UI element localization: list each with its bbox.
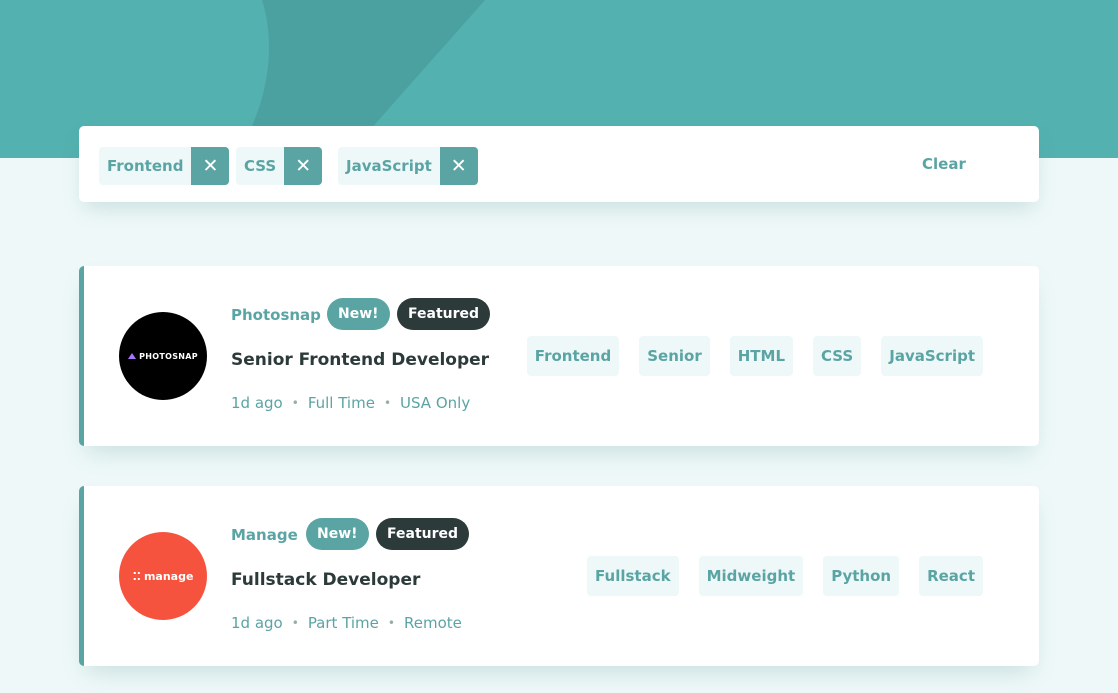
dots-icon: ⁚⁚ bbox=[132, 569, 141, 583]
clear-filters-button[interactable]: Clear bbox=[922, 155, 966, 173]
filter-chip: Frontend ✕ bbox=[99, 147, 230, 185]
job-card: PHOTOSNAP Photosnap New! Featured Senior… bbox=[79, 266, 1039, 446]
job-location: USA Only bbox=[400, 394, 471, 412]
filter-chip-label: CSS bbox=[236, 147, 285, 185]
job-position[interactable]: Fullstack Developer bbox=[231, 570, 420, 590]
filter-chip-label: JavaScript bbox=[338, 147, 440, 185]
posted-at: 1d ago bbox=[231, 614, 283, 632]
filter-chip: JavaScript ✕ bbox=[338, 147, 478, 185]
contract-type: Part Time bbox=[307, 614, 379, 632]
filter-bar: Frontend ✕ CSS ✕ JavaScript ✕ Clear bbox=[79, 126, 1039, 202]
job-tags: Frontend Senior HTML CSS JavaScript bbox=[526, 336, 983, 376]
logo-text: manage bbox=[143, 569, 194, 583]
job-tag[interactable]: JavaScript bbox=[881, 336, 983, 376]
job-meta: 1d ago • Part Time • Remote bbox=[231, 614, 462, 632]
separator-dot: • bbox=[387, 616, 395, 630]
close-icon[interactable]: ✕ bbox=[191, 147, 230, 185]
logo-text: PHOTOSNAP bbox=[139, 351, 198, 361]
close-icon[interactable]: ✕ bbox=[439, 147, 478, 185]
posted-at: 1d ago bbox=[231, 394, 283, 412]
separator-dot: • bbox=[383, 396, 392, 410]
job-tag[interactable]: Senior bbox=[639, 336, 710, 376]
job-tag[interactable]: HTML bbox=[729, 336, 794, 376]
featured-badge: Featured bbox=[376, 518, 470, 550]
filter-chip: CSS ✕ bbox=[236, 147, 323, 185]
featured-badge: Featured bbox=[397, 298, 491, 330]
triangle-icon bbox=[128, 353, 137, 359]
separator-dot: • bbox=[291, 616, 299, 630]
job-meta: 1d ago • Full Time • USA Only bbox=[231, 394, 470, 412]
close-icon[interactable]: ✕ bbox=[284, 147, 323, 185]
job-tags: Fullstack Midweight Python React bbox=[587, 556, 983, 596]
filter-chip-label: Frontend bbox=[99, 147, 192, 185]
job-card: ⁚⁚ manage Manage New! Featured Fullstack … bbox=[79, 486, 1039, 666]
company-logo: PHOTOSNAP bbox=[119, 312, 207, 400]
company-name: Photosnap bbox=[231, 306, 321, 324]
company-name: Manage bbox=[231, 526, 298, 544]
job-position[interactable]: Senior Frontend Developer bbox=[231, 350, 489, 370]
job-tag[interactable]: Midweight bbox=[698, 556, 804, 596]
job-tag[interactable]: Fullstack bbox=[587, 556, 679, 596]
job-tag[interactable]: CSS bbox=[813, 336, 862, 376]
job-tag[interactable]: Frontend bbox=[526, 336, 620, 376]
new-badge: New! bbox=[327, 298, 390, 330]
job-tag[interactable]: Python bbox=[823, 556, 900, 596]
job-tag[interactable]: React bbox=[919, 556, 983, 596]
contract-type: Full Time bbox=[307, 394, 375, 412]
new-badge: New! bbox=[306, 518, 369, 550]
separator-dot: • bbox=[291, 396, 299, 410]
company-logo: ⁚⁚ manage bbox=[119, 532, 207, 620]
job-location: Remote bbox=[403, 614, 462, 632]
